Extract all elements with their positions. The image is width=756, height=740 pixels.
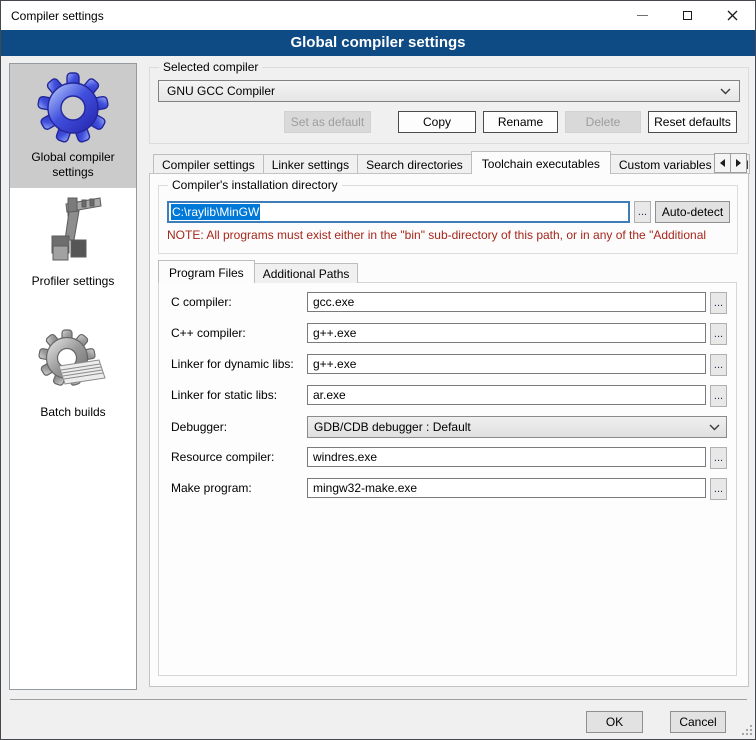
caliper-icon [12,194,134,270]
arrow-left-icon [720,159,725,167]
linker-dynamic-input[interactable]: g++.exe [307,354,706,374]
tab-scroll-left-button[interactable] [714,153,731,173]
tab-search-directories[interactable]: Search directories [357,154,472,174]
c-compiler-input[interactable]: gcc.exe [307,292,706,312]
selected-text: C:\raylib\MinGW [171,204,260,220]
row-c-compiler: C compiler: gcc.exe ... [171,292,727,312]
sidebar-item-label: Global compiler settings [12,146,134,180]
row-resource-compiler: Resource compiler: windres.exe ... [171,447,727,467]
group-label: Selected compiler [159,60,262,74]
row-linker-dynamic: Linker for dynamic libs: g++.exe ... [171,354,727,374]
gear-blue-icon [12,70,134,146]
maximize-icon [683,11,692,20]
delete-button[interactable]: Delete [565,111,641,133]
tab-scroll-right-button[interactable] [730,153,747,173]
programs-subtabbar: Program Files Additional Paths [158,260,748,283]
chevron-down-icon [709,420,720,434]
resource-compiler-input[interactable]: windres.exe [307,447,706,467]
reset-defaults-button[interactable]: Reset defaults [648,111,737,133]
page-title: Global compiler settings [1,30,755,56]
linker-static-input[interactable]: ar.exe [307,385,706,405]
subtab-program-files[interactable]: Program Files [158,260,255,283]
copy-button[interactable]: Copy [398,111,476,133]
close-button[interactable] [710,1,755,30]
settings-category-list: Global compiler settings [9,63,137,690]
browse-button[interactable]: ... [710,478,727,500]
sidebar-item-batch-builds[interactable]: Batch builds [10,319,136,428]
dialog-footer: OK Cancel [10,699,747,733]
rename-button[interactable]: Rename [483,111,558,133]
minimize-icon [637,15,648,16]
cpp-compiler-input[interactable]: g++.exe [307,323,706,343]
tab-custom-variables[interactable]: Custom variables [610,154,721,174]
set-as-default-button[interactable]: Set as default [284,111,371,133]
field-label: Linker for static libs: [171,385,307,405]
field-label: C++ compiler: [171,323,307,343]
note-text: NOTE: All programs must exist either in … [167,228,737,242]
caption-buttons [620,1,755,30]
field-label: Resource compiler: [171,447,307,467]
ok-button[interactable]: OK [586,711,643,733]
chevron-down-icon [720,84,731,98]
minimize-button[interactable] [620,1,665,30]
resize-grip-icon[interactable] [741,724,753,739]
auto-detect-button[interactable]: Auto-detect [655,201,730,223]
row-make-program: Make program: mingw32-make.exe ... [171,478,727,498]
row-cpp-compiler: C++ compiler: g++.exe ... [171,323,727,343]
debugger-value: GDB/CDB debugger : Default [314,420,471,434]
row-debugger: Debugger: GDB/CDB debugger : Default [171,416,727,438]
sidebar-item-label: Batch builds [12,401,134,420]
titlebar: Compiler settings [1,1,755,30]
field-label: C compiler: [171,292,307,312]
arrow-right-icon [736,159,741,167]
maximize-button[interactable] [665,1,710,30]
selected-compiler-group: Selected compiler GNU GCC Compiler Set a… [149,67,749,144]
installation-directory-input[interactable]: C:\raylib\MinGW [167,201,630,223]
sidebar-item-label: Profiler settings [12,270,134,289]
subtab-additional-paths[interactable]: Additional Paths [254,263,359,283]
browse-button[interactable]: ... [710,447,727,469]
sidebar-item-profiler-settings[interactable]: Profiler settings [10,188,136,297]
field-label: Debugger: [171,416,307,438]
selected-compiler-dropdown[interactable]: GNU GCC Compiler [158,80,740,102]
browse-button[interactable]: ... [710,292,727,314]
tab-compiler-settings[interactable]: Compiler settings [153,154,264,174]
close-icon [727,10,738,21]
toolchain-executables-page: Compiler's installation directory C:\ray… [149,173,749,687]
program-files-panel: C compiler: gcc.exe ... C++ compiler: g+… [158,282,737,676]
make-program-input[interactable]: mingw32-make.exe [307,478,706,498]
group-label: Compiler's installation directory [168,178,342,192]
tab-toolchain-executables[interactable]: Toolchain executables [471,151,611,174]
settings-tabbar: Compiler settings Linker settings Search… [149,151,749,174]
browse-button[interactable]: ... [710,385,727,407]
window-title: Compiler settings [1,9,104,23]
cancel-button[interactable]: Cancel [670,711,726,733]
row-linker-static: Linker for static libs: ar.exe ... [171,385,727,405]
tab-linker-settings[interactable]: Linker settings [263,154,358,174]
debugger-dropdown[interactable]: GDB/CDB debugger : Default [307,416,727,438]
compiler-settings-window: Compiler settings Global compiler settin… [0,0,756,740]
sidebar-item-global-compiler-settings[interactable]: Global compiler settings [10,64,136,188]
browse-button[interactable]: ... [710,354,727,376]
gear-stack-icon [12,325,134,401]
installation-directory-group: Compiler's installation directory C:\ray… [158,185,738,254]
browse-button[interactable]: ... [710,323,727,345]
field-label: Make program: [171,478,307,498]
browse-directory-button[interactable]: ... [634,201,651,223]
field-label: Linker for dynamic libs: [171,354,307,374]
selected-compiler-value: GNU GCC Compiler [167,84,275,98]
